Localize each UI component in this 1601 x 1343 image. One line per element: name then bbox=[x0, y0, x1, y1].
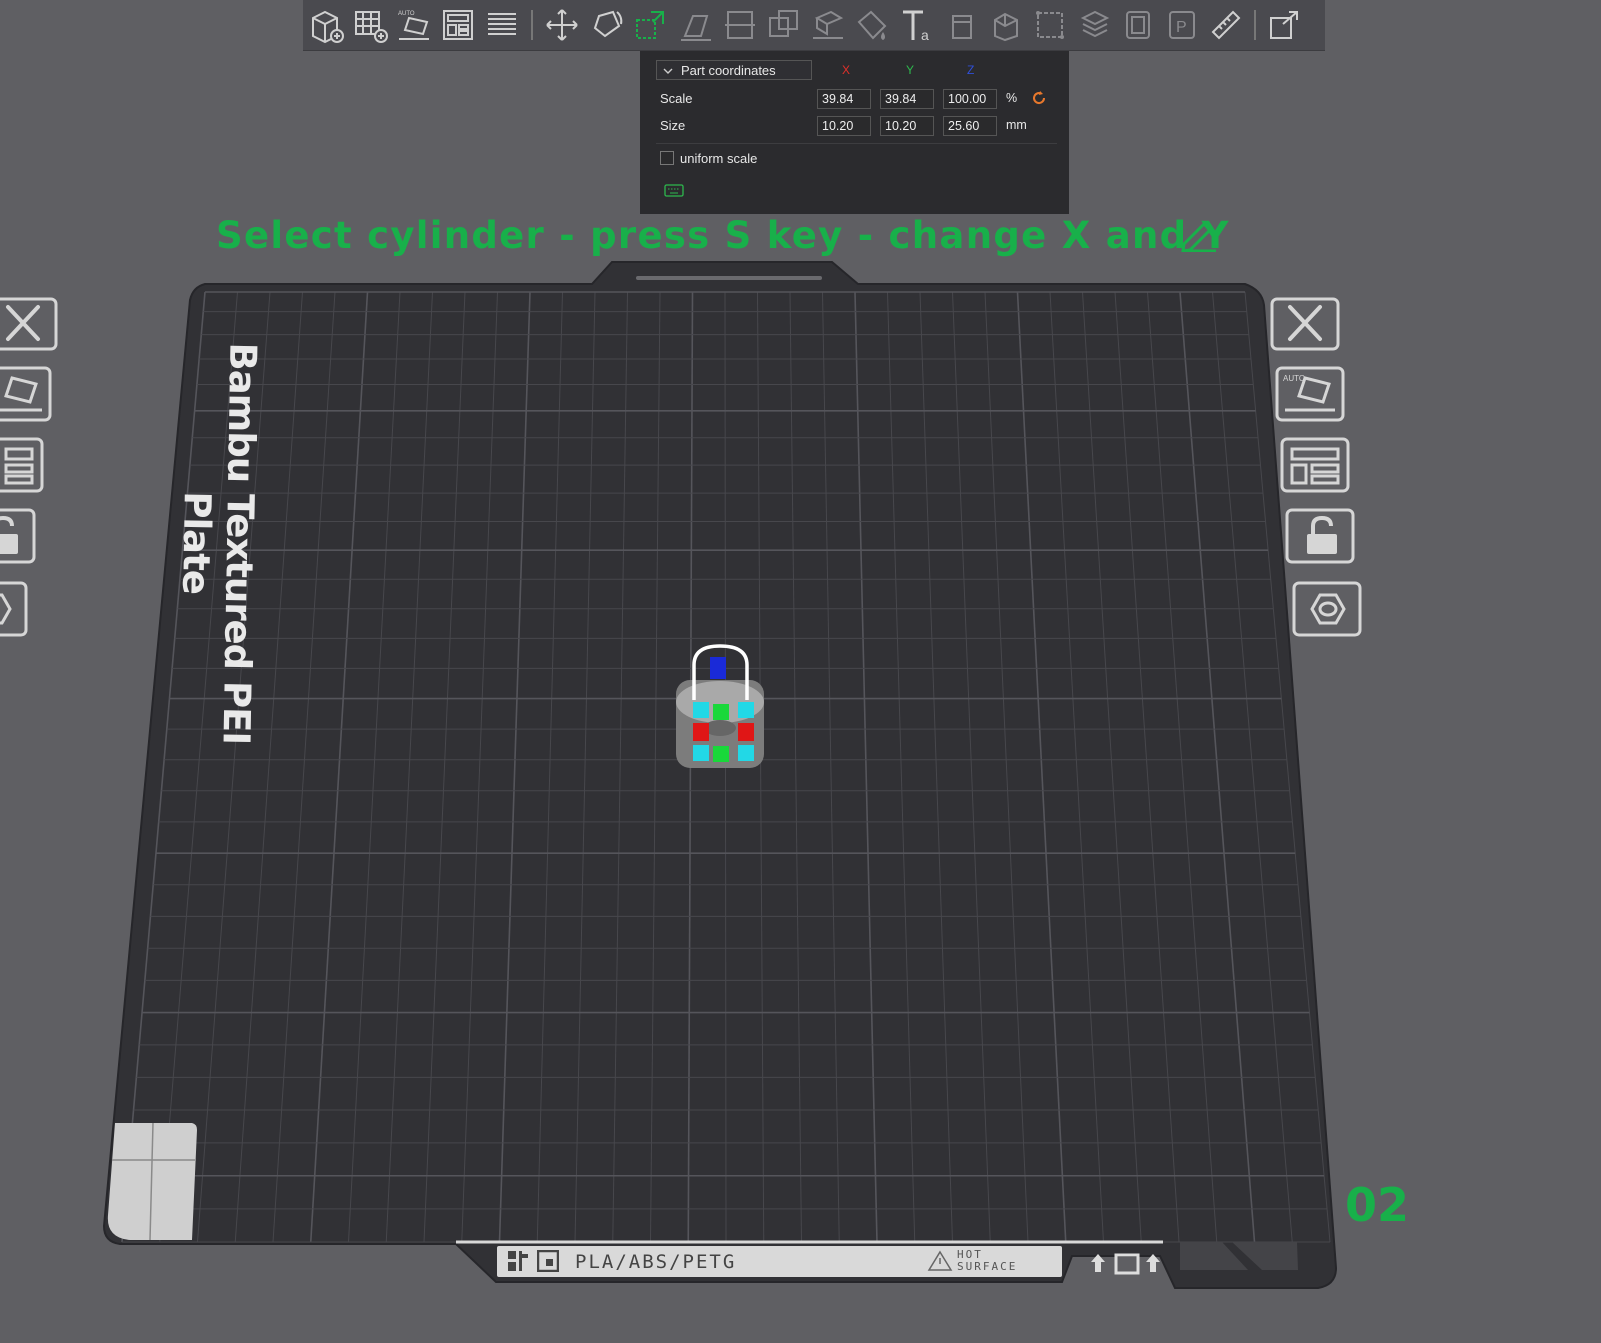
coordinate-system-label: Part coordinates bbox=[681, 62, 776, 78]
size-label: Size bbox=[660, 118, 686, 133]
plate-notch-b bbox=[1232, 1242, 1298, 1270]
variable-layer-icon[interactable] bbox=[1075, 6, 1113, 44]
left-auto-orient-icon[interactable] bbox=[0, 366, 52, 427]
delete-plate-icon[interactable] bbox=[1270, 297, 1340, 356]
plate-notch-a bbox=[1180, 1242, 1248, 1270]
pencil-icon bbox=[1178, 220, 1218, 257]
scale-unit: % bbox=[1006, 91, 1018, 105]
left-arrange-icon[interactable] bbox=[0, 437, 44, 498]
add-object-icon[interactable] bbox=[307, 6, 345, 44]
auto-orient-plate-icon[interactable]: AUTO bbox=[1275, 366, 1345, 427]
plate-settings-icon[interactable] bbox=[1292, 581, 1362, 642]
plate-name-label: Bambu Textured PEI Plate bbox=[174, 342, 265, 745]
plate-material-text: PLA/ABS/PETG bbox=[575, 1251, 737, 1273]
chevron-down-icon bbox=[663, 63, 673, 78]
assembly-icon[interactable] bbox=[1119, 6, 1157, 44]
move-icon[interactable] bbox=[543, 6, 581, 44]
size-unit: mm bbox=[1006, 118, 1027, 132]
svg-text:AUTO: AUTO bbox=[1283, 374, 1305, 383]
scale-panel: Part coordinates X Y Z Scale % Size mm u… bbox=[640, 51, 1069, 214]
rotate-icon[interactable] bbox=[587, 6, 625, 44]
panel-divider bbox=[656, 143, 1057, 144]
keyboard-icon[interactable] bbox=[664, 184, 684, 200]
plate-logo-icon bbox=[507, 1250, 529, 1277]
svg-text:AUTO: AUTO bbox=[398, 11, 415, 17]
color-paint-icon[interactable] bbox=[853, 6, 891, 44]
arrange-icon[interactable] bbox=[439, 6, 477, 44]
reset-scale-icon[interactable] bbox=[1031, 90, 1047, 109]
left-delete-plate-icon[interactable] bbox=[0, 297, 60, 356]
uniform-scale-label: uniform scale bbox=[680, 151, 758, 166]
plate-mount-icon bbox=[1088, 1250, 1168, 1281]
size-x-input[interactable] bbox=[817, 116, 871, 136]
scale-icon[interactable] bbox=[631, 6, 669, 44]
scale-z-input[interactable] bbox=[943, 89, 997, 109]
plate-number: 02 bbox=[1345, 1178, 1410, 1232]
uniform-scale-checkbox[interactable] bbox=[660, 151, 674, 165]
warning-icon bbox=[927, 1250, 953, 1277]
lock-plate-icon[interactable] bbox=[1285, 508, 1355, 569]
mesh-boolean-icon[interactable] bbox=[1031, 6, 1069, 44]
measure-icon[interactable] bbox=[1207, 6, 1245, 44]
support-paint-icon[interactable] bbox=[809, 6, 847, 44]
plate-corner-tab bbox=[107, 1123, 197, 1240]
left-lock-icon[interactable] bbox=[0, 508, 36, 569]
export-icon[interactable] bbox=[1265, 6, 1303, 44]
svg-text:P: P bbox=[1176, 19, 1187, 36]
scale-label: Scale bbox=[660, 91, 693, 106]
top-toolbar: AUTO a P bbox=[303, 0, 1325, 51]
left-settings-icon[interactable] bbox=[0, 581, 28, 642]
auto-orient-icon[interactable]: AUTO bbox=[395, 6, 433, 44]
plate-body bbox=[102, 261, 1338, 1289]
seam-paint-icon[interactable] bbox=[943, 6, 981, 44]
svg-text:a: a bbox=[921, 27, 929, 43]
toolbar-separator bbox=[1254, 10, 1256, 40]
axis-z-label: Z bbox=[967, 63, 975, 77]
add-plate-icon[interactable] bbox=[351, 6, 389, 44]
text-icon[interactable]: a bbox=[899, 6, 937, 44]
boolean-icon[interactable] bbox=[765, 6, 803, 44]
toolbar-separator bbox=[531, 10, 533, 40]
axis-x-label: X bbox=[842, 63, 851, 77]
size-z-input[interactable] bbox=[943, 116, 997, 136]
selected-cylinder[interactable] bbox=[676, 644, 764, 768]
scale-x-input[interactable] bbox=[817, 89, 871, 109]
axis-y-label: Y bbox=[906, 63, 915, 77]
plate-grid bbox=[121, 291, 1331, 1243]
scale-y-input[interactable] bbox=[880, 89, 934, 109]
plate-material-strip: PLA/ABS/PETG HOT SURFACE bbox=[497, 1246, 1062, 1277]
instruction-text: Select cylinder - press S key - change X… bbox=[216, 214, 1230, 257]
emboss-icon[interactable]: P bbox=[1163, 6, 1201, 44]
split-objects-icon[interactable] bbox=[483, 6, 521, 44]
lay-on-face-icon[interactable] bbox=[677, 6, 715, 44]
plate-qr-icon bbox=[536, 1249, 560, 1277]
cut-icon[interactable] bbox=[721, 6, 759, 44]
coordinate-system-dropdown[interactable]: Part coordinates bbox=[656, 60, 812, 80]
size-y-input[interactable] bbox=[880, 116, 934, 136]
hot-surface-text: HOT SURFACE bbox=[957, 1248, 1018, 1273]
arrange-plate-icon[interactable] bbox=[1280, 437, 1350, 498]
fuzzy-skin-icon[interactable] bbox=[987, 6, 1025, 44]
